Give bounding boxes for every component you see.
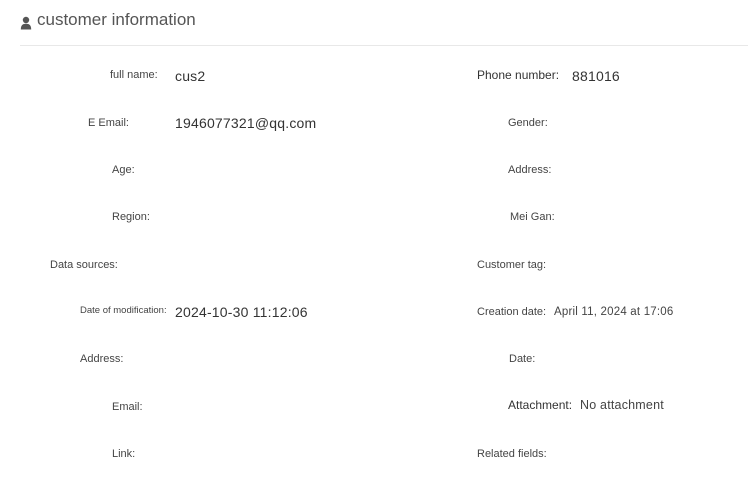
section-header: customer information — [0, 0, 748, 46]
attachment-label: Attachment: — [508, 398, 573, 412]
full-name-label: full name: — [110, 69, 158, 81]
age-label: Age: — [112, 164, 135, 176]
address-secondary-label: Address: — [80, 353, 124, 365]
date-of-modification-label: Date of modification: — [80, 305, 167, 316]
section-title: customer information — [37, 10, 196, 29]
related-fields-label: Related fields: — [477, 448, 547, 460]
email-secondary-label: Email: — [112, 401, 143, 413]
region-label: Region: — [112, 211, 150, 223]
creation-date-value: April 11, 2024 at 17:06 — [554, 306, 674, 318]
date-label: Date: — [509, 353, 536, 365]
phone-number-label: Phone number: — [477, 68, 560, 82]
user-icon — [20, 16, 32, 30]
email-label: E Email: — [88, 117, 129, 129]
date-of-modification-value: 2024-10-30 11:12:06 — [175, 304, 308, 320]
full-name-value: cus2 — [175, 68, 206, 84]
customer-tag-label: Customer tag: — [477, 259, 547, 271]
address-label: Address: — [508, 164, 552, 176]
mei-gan-label: Mei Gan: — [510, 211, 555, 223]
email-value: 1946077321@qq.com — [175, 115, 317, 131]
link-label: Link: — [112, 448, 136, 460]
header-divider — [20, 45, 748, 46]
gender-label: Gender: — [508, 117, 548, 129]
phone-number-value: 881016 — [572, 68, 620, 84]
attachment-value: No attachment — [580, 398, 664, 412]
creation-date-label: Creation date: — [477, 306, 547, 318]
data-sources-label: Data sources: — [50, 259, 118, 271]
